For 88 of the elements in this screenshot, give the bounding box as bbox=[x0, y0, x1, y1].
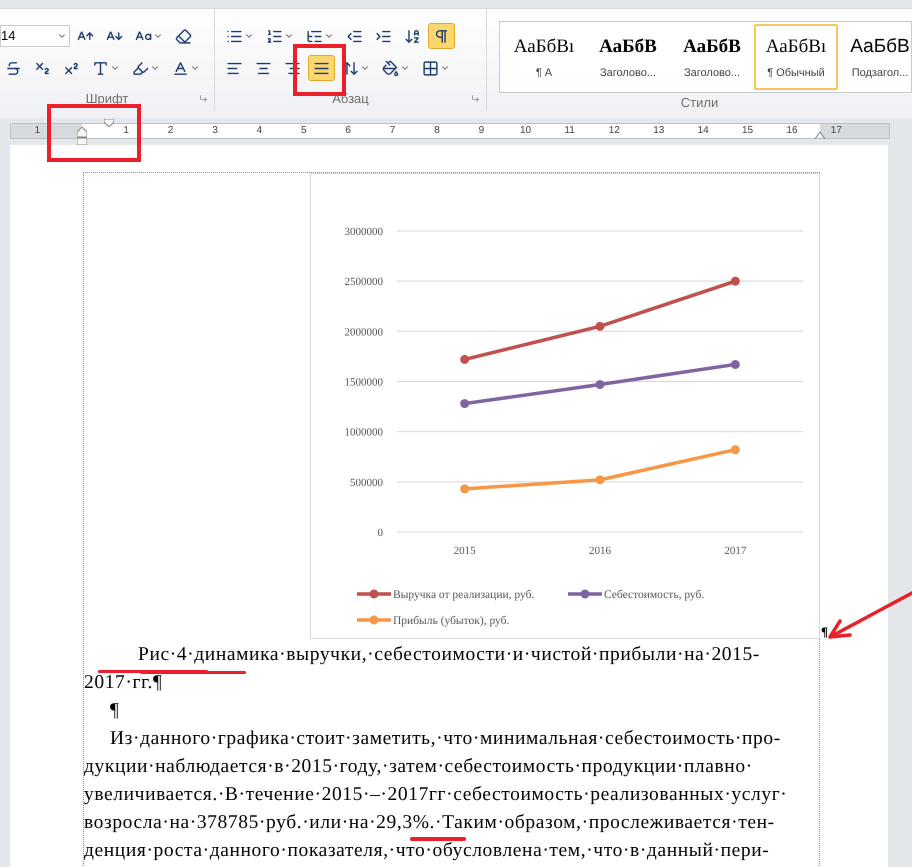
justify-button[interactable] bbox=[308, 55, 335, 81]
eraser-icon bbox=[175, 28, 192, 44]
data-point bbox=[460, 354, 470, 364]
paragraph-mark: ¶ bbox=[821, 625, 828, 639]
ruler-number: 10 bbox=[520, 124, 532, 138]
style-item[interactable]: АаБбВı ¶ А bbox=[502, 24, 586, 90]
highlighter-icon bbox=[132, 60, 149, 76]
style-item[interactable]: АаБбВı ¶ Обычный bbox=[754, 24, 838, 90]
ruler-number: 9 bbox=[478, 124, 484, 138]
group-label: Шрифт bbox=[86, 90, 128, 108]
y-tick-label: 2000000 bbox=[344, 326, 383, 338]
borders-icon bbox=[422, 60, 439, 76]
data-point bbox=[730, 360, 740, 369]
x-tick-label: 2017 bbox=[724, 545, 746, 557]
style-item[interactable]: АаБбВ Заголово... bbox=[670, 24, 754, 90]
text-line: Из·данного·графика·стоит·заметить,·что·минимальная·себестоимость·про- bbox=[110, 728, 781, 749]
ruler-number: 15 bbox=[742, 124, 754, 138]
style-name: ¶ Обычный bbox=[767, 66, 825, 81]
style-preview: АаБбВ bbox=[850, 34, 910, 58]
legend-label: Себестоимость, руб. bbox=[604, 589, 704, 601]
ruler-number: 1 bbox=[123, 124, 129, 138]
y-tick-label: 2500000 bbox=[344, 276, 383, 288]
text-line: денция·роста·данного·показателя,·что·обусловлена·тем,·что·в·данный·пери- bbox=[84, 840, 770, 861]
text-line: дукции·наблюдается·в·2015·году,·затем·себестоимость·продукции·плавно· bbox=[84, 756, 753, 777]
y-tick-label: 500000 bbox=[350, 476, 383, 489]
legend-marker bbox=[357, 590, 391, 598]
style-item[interactable]: АаБбВ Подзагол... bbox=[838, 24, 911, 90]
legend-label: Прибыль (убыток), руб. bbox=[393, 615, 510, 627]
numbered-list-icon bbox=[266, 28, 283, 44]
ruler-number: 12 bbox=[608, 124, 620, 138]
text-line: увеличивается.·В·течение·2015·–·2017гг·себестоимость·реализованных·услуг· bbox=[84, 784, 788, 805]
style-preview: АаБбВı bbox=[766, 34, 826, 58]
text-line: 2017·гг.¶ bbox=[84, 672, 162, 693]
ruler-number: 3 bbox=[212, 124, 218, 138]
text-line: возросла·на·378785·руб.·или·на·29,3%.·Таким·образом,·прослеживается·тен- bbox=[84, 812, 775, 833]
legend-marker bbox=[357, 616, 391, 624]
legend-marker bbox=[568, 590, 602, 598]
font-color-icon bbox=[172, 60, 189, 76]
right-indent-marker[interactable] bbox=[815, 129, 825, 139]
style-name: Заголово... bbox=[684, 66, 740, 81]
dialog-launcher-icon[interactable] bbox=[199, 94, 208, 103]
text-line: ¶ bbox=[110, 700, 120, 721]
style-item[interactable]: АаБбВ Заголово... bbox=[586, 24, 670, 90]
x-tick-label: 2015 bbox=[454, 545, 476, 557]
dialog-launcher-icon[interactable] bbox=[471, 94, 480, 103]
style-name: Подзагол... bbox=[852, 66, 908, 81]
style-preview: АаБбВ bbox=[683, 34, 741, 58]
y-tick-label: 1000000 bbox=[344, 426, 383, 439]
style-preview: АаБбВı bbox=[514, 34, 574, 58]
data-point bbox=[730, 276, 740, 286]
ruler[interactable]: 1 1 2 3 4 5 6 7 8 9 10 11 12 13 14 15 16 17 bbox=[10, 119, 890, 145]
strikethrough-icon bbox=[5, 60, 22, 76]
ruler-number: 5 bbox=[301, 124, 307, 138]
style-name: ¶ А bbox=[536, 66, 552, 81]
group-label: Стили bbox=[680, 94, 718, 112]
ruler-number: 13 bbox=[653, 124, 664, 138]
data-point bbox=[730, 445, 740, 454]
ruler-number: 11 bbox=[564, 124, 575, 138]
y-tick-label: 1500000 bbox=[344, 376, 383, 388]
underline-mark bbox=[410, 837, 466, 841]
ruler-number: 6 bbox=[345, 124, 351, 138]
data-point bbox=[596, 322, 604, 331]
y-tick-label: 0 bbox=[378, 527, 383, 539]
data-point bbox=[460, 399, 470, 408]
ruler-number: 16 bbox=[786, 124, 798, 138]
style-name: Заголово... bbox=[600, 66, 656, 81]
data-point bbox=[596, 380, 604, 389]
style-preview: АаБбВ bbox=[599, 34, 657, 58]
font-size-field[interactable]: 14 bbox=[0, 25, 70, 47]
data-point bbox=[596, 475, 604, 484]
legend-label: Выручка от реализации, руб. bbox=[393, 589, 534, 601]
ruler-number: 2 bbox=[168, 124, 174, 138]
x-tick-label: 2016 bbox=[589, 545, 611, 557]
data-point bbox=[460, 484, 470, 494]
ruler-number: 8 bbox=[434, 124, 440, 138]
paint-bucket-icon bbox=[382, 60, 399, 76]
text-line: Рис·4·динамика·выручки,·себестоимости·и·чистой·прибыли·на·2015- bbox=[138, 644, 760, 665]
hanging-indent-marker[interactable] bbox=[77, 127, 87, 145]
ruler-number: 14 bbox=[698, 124, 709, 138]
ruler-number: 1 bbox=[34, 124, 40, 138]
text-effects-icon bbox=[92, 60, 109, 76]
pilcrow-button[interactable] bbox=[428, 23, 455, 49]
ruler-number: 7 bbox=[390, 124, 396, 138]
pilcrow-icon bbox=[433, 28, 450, 44]
ruler-number: 17 bbox=[830, 124, 842, 138]
sort-icon bbox=[404, 28, 421, 44]
ruler-number: 4 bbox=[256, 124, 262, 138]
y-tick-label: 3000000 bbox=[344, 226, 383, 238]
